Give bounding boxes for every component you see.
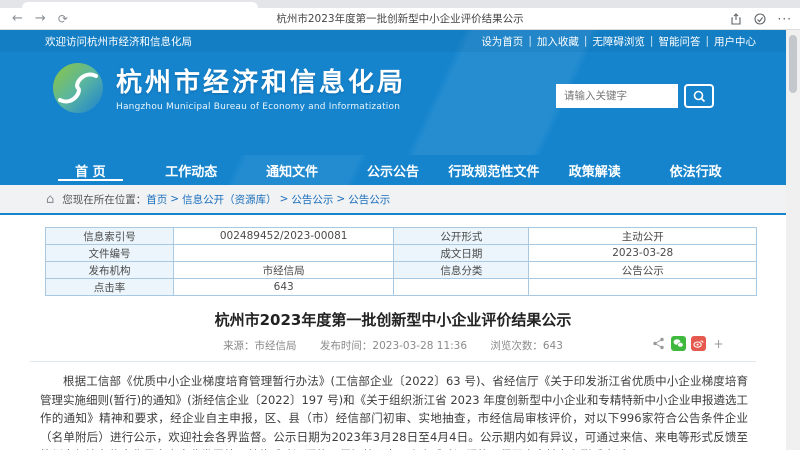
info-value: 2023-03-28 [528,244,757,262]
info-label: 信息分类 [393,261,530,279]
share-more-icon[interactable]: + [711,336,726,351]
separator: | [649,35,654,47]
weibo-share-icon[interactable] [691,336,706,351]
search-input[interactable] [556,84,678,108]
nav-item-rule-of-law[interactable]: 依法行政 [645,155,746,185]
article-publish-time: 发布时间：2023-03-28 11:36 [319,340,468,352]
separator: | [705,35,709,47]
info-value: 643 [172,278,395,296]
info-value [528,278,757,296]
site-name-english: Hangzhou Municipal Bureau of Economy and… [116,102,401,112]
search-button[interactable] [684,84,714,108]
table-row: 信息索引号 002489452/2023-00081 公开形式 主动公开 [45,227,757,245]
breadcrumb-separator: > [279,193,289,205]
utility-bar: 欢迎访问杭州市经济和信息化局 设为首页 | 加入收藏 | 无障碍浏览 | 智能问… [0,30,786,52]
browser-chrome: ← → ⟳ 杭州市2023年度第一批创新型中小企业评价结果公示 ··· [0,0,800,30]
browser-menu-icon[interactable]: ··· [778,12,792,26]
article-title: 杭州市2023年度第一批创新型中小企业评价结果公示 [214,311,572,329]
info-label: 公开形式 [393,227,530,245]
site-logo-icon[interactable] [52,62,104,114]
breadcrumb-info-disclosure[interactable]: 信息公开（资源库） [182,192,277,207]
info-label: 发布机构 [45,261,174,279]
welcome-text: 欢迎访问杭州市经济和信息化局 [45,35,192,48]
link-set-homepage[interactable]: 设为首页 [481,34,523,49]
back-icon[interactable]: ← [12,9,23,29]
separator: | [528,35,532,47]
info-value: 002489452/2023-00081 [172,227,395,245]
info-label [393,278,530,296]
article-body: 根据工信部《优质中小企业梯度培育管理暂行办法》(工信部企业〔2022〕63 号)… [40,372,748,450]
info-value: 公告公示 [528,261,757,279]
nav-item-work-news[interactable]: 工作动态 [141,155,242,185]
breadcrumb-prefix: 您现在所在位置： [62,193,147,206]
info-value: 市经信局 [172,261,395,279]
breadcrumb-home[interactable]: 首页 [146,192,167,207]
nav-item-home[interactable]: 首 页 [40,155,141,185]
article-views: 浏览次数：643 [490,340,563,352]
table-row: 点击率 643 [45,278,757,296]
nav-item-notices[interactable]: 通知文件 [242,155,343,185]
home-icon: ⌂ [46,191,55,207]
nav-item-policy-interpretation[interactable]: 政策解读 [544,155,645,185]
wechat-share-icon[interactable] [671,336,686,351]
divider [30,361,756,362]
table-row: 发布机构 市经信局 信息分类 公告公示 [45,261,757,279]
refresh-icon[interactable]: ⟳ [58,9,68,29]
page: 欢迎访问杭州市经济和信息化局 设为首页 | 加入收藏 | 无障碍浏览 | 智能问… [0,30,786,450]
info-value: 主动公开 [528,227,757,245]
tab-strip [0,0,800,8]
info-value [172,244,395,262]
share-icon[interactable] [730,13,742,25]
page-title-bar: 杭州市2023年度第一批创新型中小企业评价结果公示 [276,13,524,25]
nav-item-regulatory-docs[interactable]: 行政规范性文件 [443,155,544,185]
shield-icon[interactable] [753,13,766,25]
article-area: 信息索引号 002489452/2023-00081 公开形式 主动公开 文件编… [0,217,786,450]
site-header: 欢迎访问杭州市经济和信息化局 设为首页 | 加入收藏 | 无障碍浏览 | 智能问… [0,30,786,155]
separator: | [583,35,588,47]
info-label: 点击率 [45,278,174,296]
browser-toolbar: ← → ⟳ 杭州市2023年度第一批创新型中小企业评价结果公示 ··· [0,8,800,30]
breadcrumb-separator: > [336,193,346,205]
scrollbar-track[interactable] [786,30,800,450]
breadcrumb-announcements[interactable]: 公告公示 [291,192,333,207]
article-source: 来源：市经信局 [223,340,297,352]
article-meta: 来源：市经信局 发布时间：2023-03-28 11:36 浏览次数：643 + [0,336,786,353]
table-row: 文件编号 成文日期 2023-03-28 [45,244,757,262]
link-add-favorite[interactable]: 加入收藏 [537,34,579,49]
screen: ← → ⟳ 杭州市2023年度第一批创新型中小企业评价结果公示 ··· 欢迎访问… [0,0,800,450]
info-table: 信息索引号 002489452/2023-00081 公开形式 主动公开 文件编… [45,227,757,296]
forward-icon[interactable]: → [35,9,46,29]
info-label: 成文日期 [393,244,530,262]
banner: 杭州市经济和信息化局 Hangzhou Municipal Bureau of … [0,52,786,125]
breadcrumb-separator: > [170,193,180,205]
scrollbar-thumb[interactable] [789,35,797,93]
info-label: 文件编号 [45,244,174,262]
main-nav: 首 页 工作动态 通知文件 公示公告 行政规范性文件 政策解读 依法行政 [0,155,786,185]
breadcrumb: ⌂ 您现在所在位置： 首页 > 信息公开（资源库） > 公告公示 > 公告公示 [0,185,786,215]
share-nodes-icon[interactable] [651,336,666,351]
link-user-center[interactable]: 用户中心 [714,34,756,49]
link-smart-qa[interactable]: 智能问答 [658,34,700,49]
nav-item-announcements[interactable]: 公示公告 [343,155,444,185]
breadcrumb-current[interactable]: 公告公示 [348,192,390,207]
site-name: 杭州市经济和信息化局 [116,68,407,98]
link-accessibility[interactable]: 无障碍浏览 [592,34,645,49]
article-paragraph: 根据工信部《优质中小企业梯度培育管理暂行办法》(工信部企业〔2022〕63 号)… [40,374,748,450]
info-label: 信息索引号 [45,227,174,245]
